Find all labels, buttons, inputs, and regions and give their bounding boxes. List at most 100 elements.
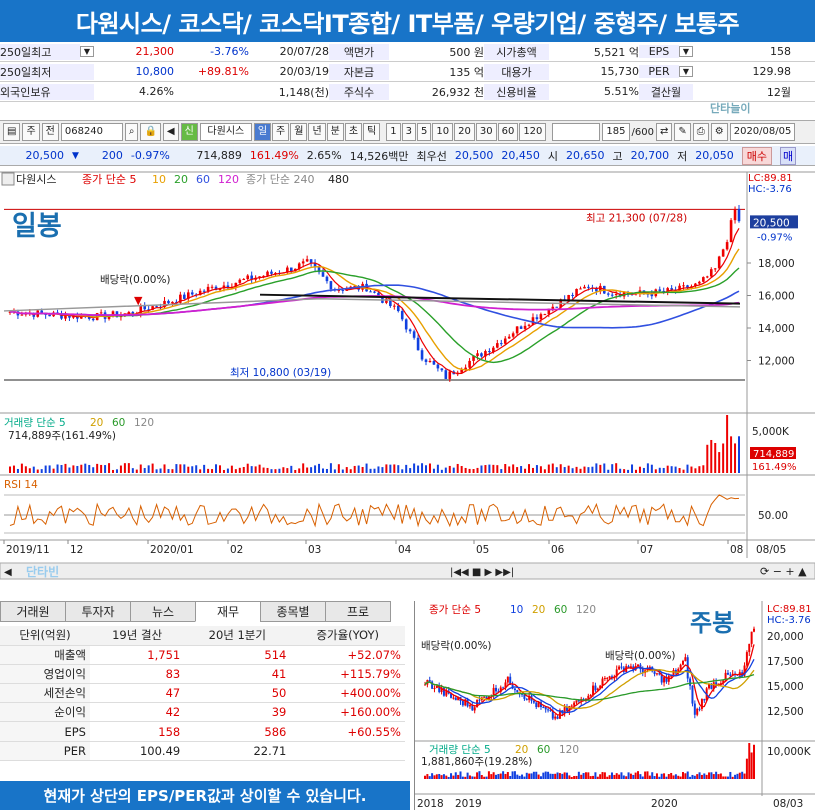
buy-button[interactable]: 매수 <box>741 146 772 165</box>
weekly-candle-body <box>516 690 519 693</box>
scope-select[interactable]: 전 <box>41 123 59 141</box>
legend-ma-period: 20 <box>174 173 188 186</box>
period-tab-4[interactable]: 분 <box>326 123 344 141</box>
legend-ma: 종가 단순 5 <box>82 173 136 186</box>
info-value: 5.51% <box>604 85 639 98</box>
tab-1[interactable]: 투자자 <box>65 601 131 622</box>
date-input[interactable]: 2020/08/05 <box>729 123 796 141</box>
high-price: 20,700 <box>630 149 670 162</box>
interval-tab-20[interactable]: 20 <box>454 123 475 141</box>
candle-body <box>476 353 479 356</box>
tab-3[interactable]: 재무 <box>195 601 261 622</box>
weekly-chart[interactable]: 종가 단순 5 10 20 60 120 주봉 LC:89.81HC:-3.76 20,000… <box>414 601 815 810</box>
interval-tab-10[interactable]: 10 <box>432 123 454 141</box>
zoom-icons: ⟳ − + ▲ <box>760 565 807 578</box>
volume-bar <box>543 469 546 473</box>
period-tab-0[interactable]: 일 <box>253 123 272 141</box>
info-value: 26,932 천 <box>431 85 484 99</box>
period-tab-3[interactable]: 년 <box>308 123 326 141</box>
weekly-legend-period: 60 <box>554 604 567 616</box>
candle-body <box>682 285 685 287</box>
type-select[interactable]: 주 <box>22 123 40 141</box>
weekly-volume-bar <box>610 772 613 779</box>
hc-label: HC:-3.76 <box>748 184 792 195</box>
volume-bar <box>353 465 356 473</box>
code-input[interactable]: 068240 <box>60 123 123 141</box>
low-label: 저 <box>677 149 688 163</box>
volume-bar <box>377 466 380 473</box>
candle-body <box>48 314 51 317</box>
volume-bar <box>286 468 289 473</box>
candle-body <box>519 326 523 329</box>
weekly-y-tick: 12,500 <box>767 706 804 718</box>
period-tab-5[interactable]: 초 <box>344 123 363 141</box>
volume-bar <box>112 469 115 473</box>
interval-tab-3[interactable]: 3 <box>401 123 416 141</box>
price-change: 200 <box>101 149 123 162</box>
volume-bar <box>670 466 673 473</box>
volume-bar <box>730 436 733 473</box>
volume-bar <box>337 464 340 473</box>
weekly-volume-bar <box>480 775 483 779</box>
volume-bar <box>401 469 404 473</box>
dropdown-icon[interactable]: ▼ <box>80 46 94 57</box>
count-total: /600 <box>631 126 654 138</box>
period-tab-1[interactable]: 주 <box>272 123 290 141</box>
volume-bar <box>706 444 709 473</box>
volume-bar <box>321 468 324 473</box>
info-value: 500 원 <box>449 45 484 59</box>
lock-icon[interactable]: 🔒 <box>140 123 161 141</box>
candle-body <box>539 314 543 320</box>
dropdown-icon[interactable]: ▼ <box>679 46 693 57</box>
tab-0[interactable]: 거래원 <box>0 601 66 622</box>
daily-chart[interactable]: 다원시스 종가 단순 5 10 20 60 120 종가 단순 240 480 LC:89.81… <box>0 168 815 581</box>
menu-icon[interactable]: ▤ <box>3 123 21 141</box>
interval-tab-1[interactable]: 1 <box>386 123 401 141</box>
weekly-candle-body <box>547 709 550 711</box>
count-input[interactable]: 185 <box>602 123 630 141</box>
tab-2[interactable]: 뉴스 <box>130 601 196 622</box>
weekly-volume-bar <box>556 772 559 779</box>
period-tab-2[interactable]: 월 <box>290 123 308 141</box>
x-tick-label: 08 <box>730 544 743 556</box>
period-tab-6[interactable]: 틱 <box>363 123 381 141</box>
weekly-x-tick: 2020 <box>651 798 678 810</box>
weekly-candle-body <box>689 678 692 686</box>
candle-body <box>488 351 491 353</box>
volume-bar <box>40 469 43 473</box>
weekly-x-tick: 2018 <box>417 798 444 810</box>
weekly-candle-body <box>655 673 658 675</box>
volume-bar <box>44 465 47 473</box>
scroll-selector[interactable] <box>552 123 601 141</box>
x-tick-label: 04 <box>398 544 412 556</box>
interval-tab-5[interactable]: 5 <box>417 123 432 141</box>
print-icon[interactable]: ⎙ <box>692 123 709 141</box>
dropdown-icon[interactable]: ▼ <box>679 66 693 77</box>
weekly-y-tick: 20,000 <box>767 631 804 643</box>
sell-button[interactable]: 매 <box>779 146 797 165</box>
volume-bar <box>547 464 550 473</box>
weekly-candle-body <box>454 697 457 701</box>
candle-body <box>143 306 147 310</box>
interval-tab-60[interactable]: 60 <box>497 123 519 141</box>
volume-bar <box>488 464 491 473</box>
candle-body <box>511 333 515 337</box>
interval-tab-30[interactable]: 30 <box>475 123 497 141</box>
candle-body <box>408 329 412 332</box>
draw-icon[interactable]: ✎ <box>674 123 691 141</box>
fin-cell: 22.71 <box>184 741 291 761</box>
candle-body <box>698 281 701 284</box>
candle-body <box>729 220 733 243</box>
weekly-candle-body <box>452 697 455 699</box>
compare-icon[interactable]: ⇄ <box>655 123 673 141</box>
speaker-icon[interactable]: ◀ <box>162 123 179 141</box>
tab-5[interactable]: 프로 <box>325 601 391 622</box>
search-icon[interactable]: ⌕ <box>124 123 139 141</box>
weekly-volume-bar <box>478 771 481 779</box>
interval-tab-120[interactable]: 120 <box>519 123 547 141</box>
legend-ma-period: 120 <box>218 173 239 186</box>
volume-bar <box>425 465 428 473</box>
tab-4[interactable]: 종목별 <box>260 601 326 622</box>
gear-icon[interactable]: ⚙ <box>710 123 728 141</box>
weekly-candle-body <box>603 678 606 680</box>
